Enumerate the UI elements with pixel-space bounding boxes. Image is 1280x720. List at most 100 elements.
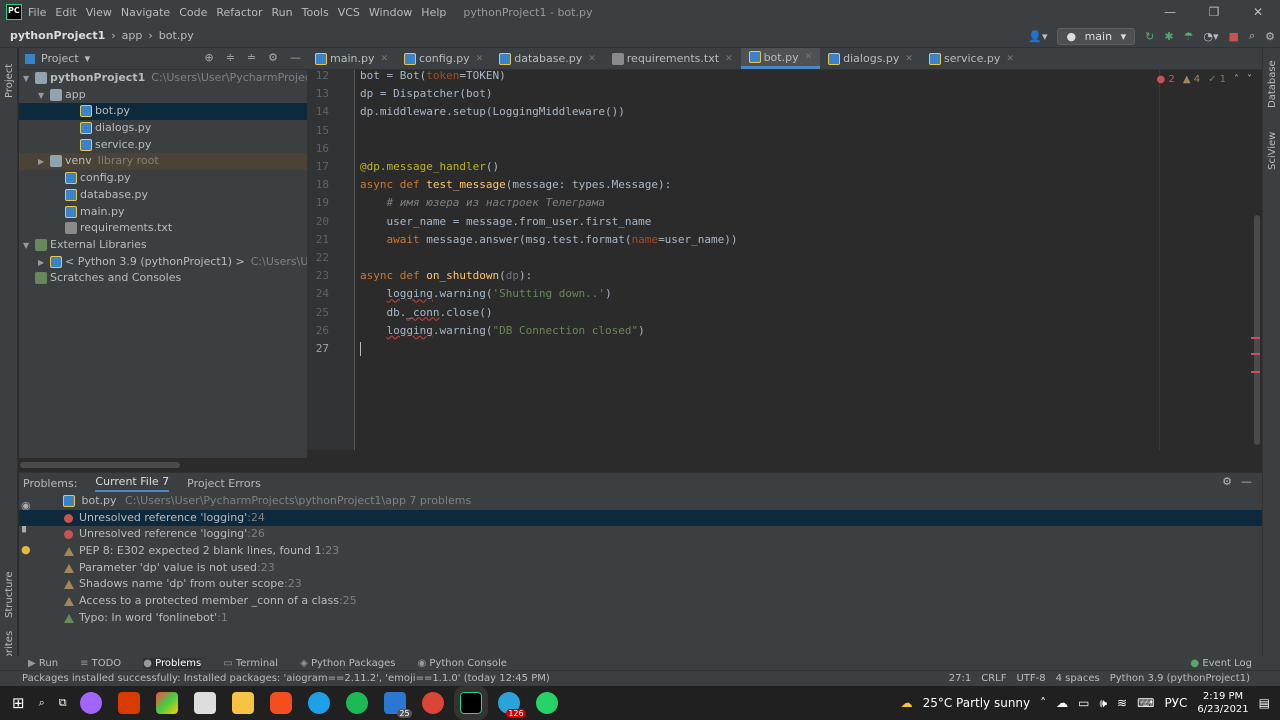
- project-tool-tab[interactable]: Project: [4, 64, 15, 98]
- event-log-button[interactable]: ● Event Log: [1190, 658, 1252, 669]
- menu-run[interactable]: Run: [272, 6, 293, 19]
- tray-chevron-icon[interactable]: ˄: [1040, 696, 1046, 710]
- weather-widget[interactable]: 25°C Partly sunny: [923, 696, 1031, 710]
- breadcrumb-project[interactable]: pythonProject1: [10, 29, 105, 42]
- clock[interactable]: 2:19 PM 6/23/2021: [1197, 690, 1248, 716]
- problem-item[interactable]: Access to a protected member _conn of a …: [19, 593, 1262, 610]
- code-line[interactable]: dp = Dispatcher(bot): [360, 87, 492, 100]
- tab-project-errors[interactable]: Project Errors: [187, 477, 261, 490]
- tool-problems[interactable]: ● Problems: [143, 657, 202, 669]
- whatsapp-icon[interactable]: [535, 692, 558, 714]
- menu-tools[interactable]: Tools: [302, 6, 329, 19]
- tree-item[interactable]: config.py: [19, 170, 307, 187]
- menu-vcs[interactable]: VCS: [338, 6, 360, 19]
- app-icon-purple[interactable]: [79, 692, 102, 714]
- error-stripe-marker[interactable]: [1251, 337, 1260, 339]
- tab-requirements-txt[interactable]: requirements.txt ✕: [604, 48, 741, 69]
- code-editor[interactable]: 12 13 14 15 16 17 18 19 20 21 22 23 24 25 26 27 bot = B…: [307, 69, 1262, 450]
- code-line[interactable]: db._conn.close(): [360, 306, 492, 319]
- minimize-icon[interactable]: —: [1148, 0, 1192, 24]
- hide-icon[interactable]: —: [1241, 475, 1252, 488]
- indent-setting[interactable]: 4 spaces: [1056, 671, 1100, 686]
- office-icon[interactable]: [117, 692, 140, 714]
- tab-bot-py[interactable]: bot.py ✕: [740, 48, 821, 69]
- menu-refactor[interactable]: Refactor: [216, 6, 262, 19]
- maximize-icon[interactable]: ❐: [1192, 0, 1236, 24]
- code-line[interactable]: await message.answer(msg.test.format(nam…: [360, 233, 738, 246]
- error-stripe-marker[interactable]: [1251, 371, 1260, 373]
- expand-icon[interactable]: ▼: [23, 71, 35, 88]
- caret-position[interactable]: 27:1: [949, 671, 971, 686]
- problem-item[interactable]: Shadows name 'dp' from outer scope:23: [19, 576, 1262, 593]
- tab-database-py[interactable]: database.py ✕: [491, 48, 604, 69]
- search-icon[interactable]: ⌕: [39, 696, 45, 710]
- problems-file-row[interactable]: bot.py C:\Users\User\PycharmProjects\pyt…: [19, 493, 1262, 510]
- sciview-tool-tab[interactable]: SciView: [1267, 132, 1278, 170]
- stop-icon[interactable]: ■: [1229, 30, 1239, 43]
- volume-icon[interactable]: 🕪: [1099, 696, 1107, 711]
- tree-item[interactable]: ▼ pythonProject1 C:\Users\User\PycharmProj…: [19, 70, 374, 88]
- database-tool-tab[interactable]: Database: [1267, 60, 1278, 108]
- task-view-icon[interactable]: ⧉: [59, 696, 67, 710]
- settings-icon[interactable]: ⚙: [1265, 30, 1275, 43]
- code-line[interactable]: logging.warning("DB Connection closed"): [360, 324, 645, 337]
- edge-icon[interactable]: [307, 692, 330, 714]
- project-horizontal-scrollbar[interactable]: [20, 462, 180, 468]
- code-line[interactable]: dp.middleware.setup(LoggingMiddleware()): [360, 105, 625, 118]
- notifications-icon[interactable]: ▤: [1259, 696, 1270, 710]
- tree-item[interactable]: ▼ app: [19, 87, 307, 104]
- profile-icon[interactable]: ◔▾: [1203, 30, 1218, 43]
- tool-python-packages[interactable]: ◈ Python Packages: [300, 658, 395, 669]
- mail-icon[interactable]: 25: [383, 692, 412, 718]
- tree-item[interactable]: requirements.txt: [19, 220, 307, 237]
- tool-python-console[interactable]: ◉ Python Console: [417, 658, 506, 669]
- file-explorer-icon[interactable]: [231, 692, 254, 714]
- tool-terminal[interactable]: ▭ Terminal: [223, 658, 278, 669]
- menu-window[interactable]: Window: [369, 6, 412, 19]
- spotify-icon[interactable]: [345, 692, 368, 714]
- chrome-icon[interactable]: [421, 692, 444, 714]
- close-tab-icon[interactable]: ✕: [805, 48, 813, 67]
- store-icon[interactable]: [193, 692, 216, 714]
- run-config-selector[interactable]: ● main ▾: [1057, 27, 1136, 45]
- close-tab-icon[interactable]: ✕: [588, 48, 596, 70]
- close-tab-icon[interactable]: ✕: [905, 48, 913, 70]
- figma-icon[interactable]: [269, 692, 292, 714]
- tab-current-file[interactable]: Current File 7: [95, 475, 170, 492]
- user-icon[interactable]: 👤▾: [1028, 30, 1047, 43]
- code-line[interactable]: logging.warning('Shutting down..'): [360, 287, 612, 300]
- coverage-icon[interactable]: ☂: [1184, 30, 1194, 43]
- expand-all-icon[interactable]: ≑: [226, 51, 235, 64]
- gear-icon[interactable]: ⚙: [1222, 475, 1232, 488]
- breadcrumb-app[interactable]: app: [122, 29, 143, 42]
- code-line[interactable]: @dp.message_handler(): [360, 160, 499, 173]
- tree-item[interactable]: ▼ External Libraries: [19, 237, 307, 254]
- close-tab-icon[interactable]: ✕: [380, 48, 388, 70]
- close-tab-icon[interactable]: ✕: [725, 48, 733, 70]
- hide-icon[interactable]: —: [290, 51, 301, 64]
- app-icon-colorful[interactable]: [155, 692, 178, 714]
- gear-icon[interactable]: ⚙: [268, 51, 278, 64]
- menu-help[interactable]: Help: [421, 6, 446, 19]
- inspection-widget[interactable]: ● 2 ▲ 4 ✓ 1 ˄ ˅: [1157, 74, 1252, 85]
- file-encoding[interactable]: UTF-8: [1016, 671, 1045, 686]
- expand-icon[interactable]: ▶: [38, 255, 50, 272]
- debug-icon[interactable]: ✱: [1164, 30, 1173, 43]
- problem-item[interactable]: Parameter 'dp' value is not used:23: [19, 560, 1262, 577]
- problem-item[interactable]: Typo: In word 'fonlinebot':1: [19, 610, 1262, 627]
- menu-navigate[interactable]: Navigate: [121, 6, 170, 19]
- collapse-all-icon[interactable]: ≐: [247, 51, 256, 64]
- close-tab-icon[interactable]: ✕: [1006, 48, 1014, 70]
- windows-start-icon[interactable]: ⊞: [12, 694, 25, 712]
- project-view-selector[interactable]: Project: [41, 52, 79, 65]
- problem-item[interactable]: Unresolved reference 'logging':26: [19, 526, 1262, 543]
- expand-icon[interactable]: ▼: [38, 88, 50, 105]
- tab-dialogs-py[interactable]: dialogs.py ✕: [820, 48, 921, 69]
- expand-icon[interactable]: ▶: [38, 154, 50, 171]
- menu-edit[interactable]: Edit: [55, 6, 76, 19]
- code-line[interactable]: user_name = message.from_user.first_name: [360, 215, 651, 228]
- tab-service-py[interactable]: service.py ✕: [921, 48, 1022, 69]
- menu-view[interactable]: View: [86, 6, 112, 19]
- status-message[interactable]: Packages installed successfully: Install…: [22, 673, 550, 684]
- rerun-icon[interactable]: ↻: [1145, 30, 1154, 43]
